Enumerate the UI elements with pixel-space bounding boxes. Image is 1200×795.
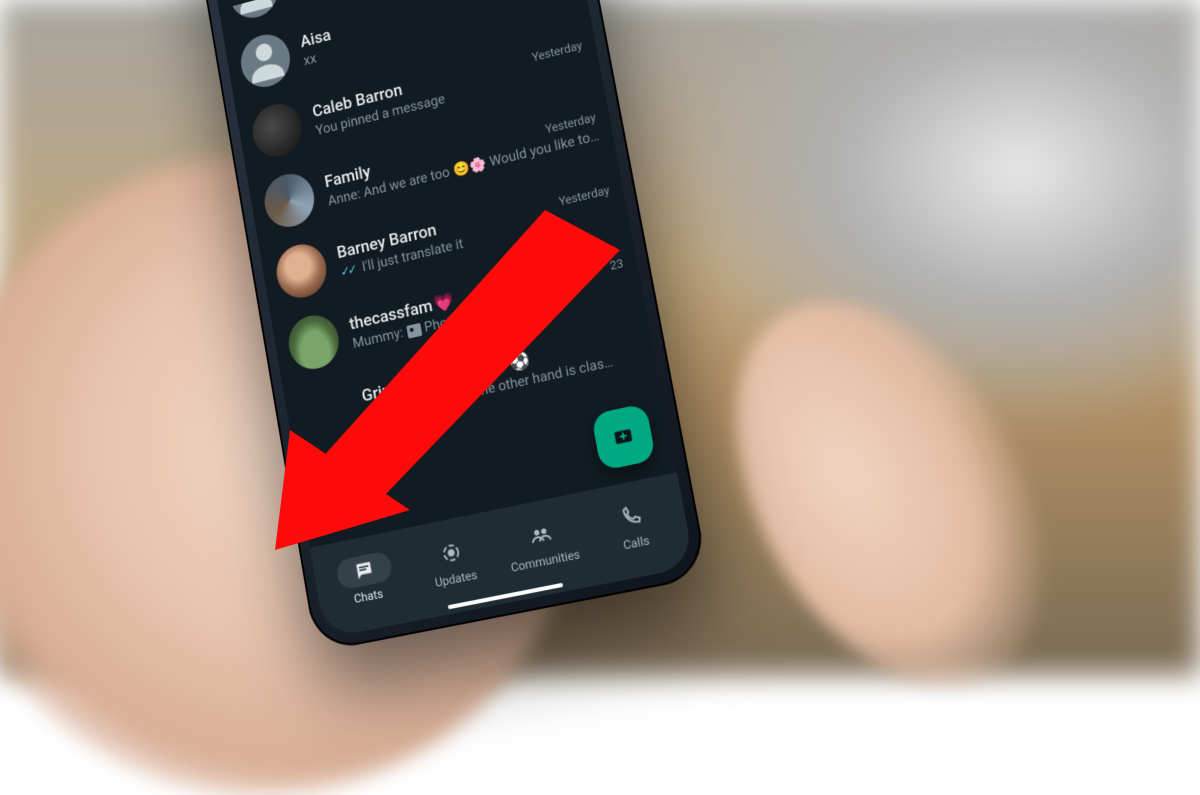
nav-communities[interactable]: Communities [493,510,592,577]
bottom-nav: Chats Updates Communities [310,472,695,638]
nav-updates[interactable]: Updates [405,529,502,595]
avatar [249,99,306,162]
emoji: 💗 [433,291,456,315]
nav-chats[interactable]: Chats [318,547,413,612]
chat-name: thecassfam💗 [348,291,456,334]
nav-label: Calls [622,533,651,552]
updates-icon [439,540,464,566]
phone-icon [618,503,644,530]
avatar [273,239,331,302]
person-icon [225,0,281,23]
avatar [237,29,294,92]
chat-preview-text: Photo [423,312,460,336]
new-chat-fab[interactable] [591,403,656,471]
chat-icon [352,558,376,584]
nav-label: Communities [510,547,581,575]
read-receipt-icon: ✓✓ [339,262,356,280]
phone-screen: -- Aisa 13:54 xx [195,0,694,639]
emoji: 😊🌸 [452,156,487,179]
new-chat-icon [611,424,637,451]
emoji: ⚽ [508,350,532,374]
chat-time: Yesterday [544,110,597,136]
nav-label: Updates [434,568,478,590]
nav-calls[interactable]: Calls [583,492,684,559]
chat-time: 23 [609,256,625,273]
phone-frame: -- Aisa 13:54 xx [183,0,709,653]
chat-preview-text: Would you like to… [488,128,600,170]
person-icon [237,29,294,92]
avatar [297,382,355,445]
communities-icon [528,522,553,548]
avatar [225,0,281,23]
home-indicator[interactable] [448,583,564,610]
chat-time: Yesterday [558,183,611,209]
chat-list[interactable]: -- Aisa 13:54 xx [219,0,677,548]
avatar [261,169,318,232]
avatar [285,310,343,373]
photo-icon [406,322,422,338]
nav-label: Chats [353,586,384,606]
chat-time: Yesterday [531,38,583,64]
chat-preview: Phil Bellingham on the other hand is cla… [364,348,642,424]
